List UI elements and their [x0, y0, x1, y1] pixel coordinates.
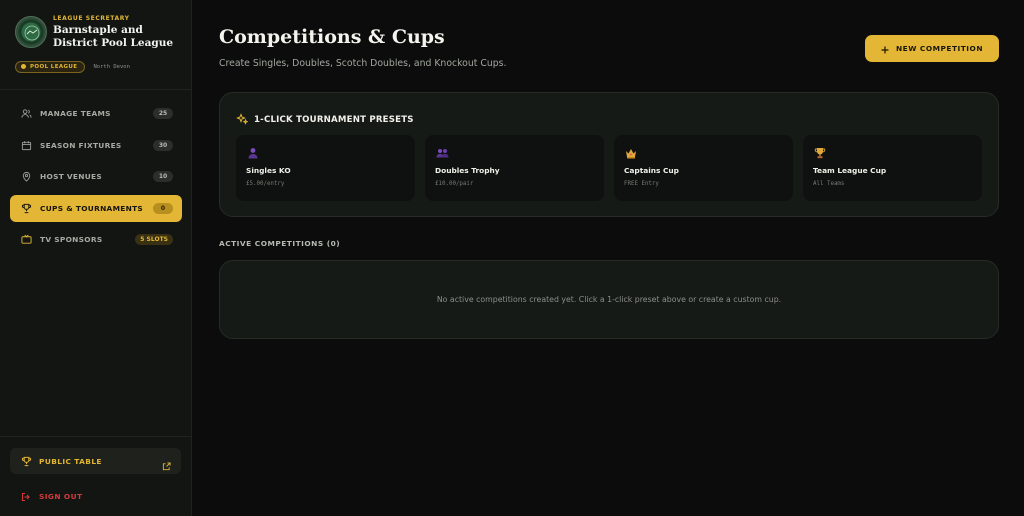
empty-state-message: No active competitions created yet. Clic… [436, 295, 782, 304]
sidebar-nav: MANAGE TEAMS 25 SEASON FIXTURES 30 HOST … [10, 100, 182, 258]
sidebar-item-manage-teams[interactable]: MANAGE TEAMS 25 [10, 100, 182, 127]
preset-name: Singles KO [246, 166, 291, 175]
preset-team-league-cup[interactable]: Team League Cup All Teams [803, 135, 982, 201]
preset-meta: £10.00/pair [435, 181, 474, 187]
pair-icon [435, 146, 449, 160]
sidebar-item-label: CUPS & TOURNAMENTS [40, 203, 144, 213]
public-table-button[interactable]: PUBLIC TABLE [10, 448, 181, 474]
preset-name: Doubles Trophy [435, 166, 500, 175]
trophy-icon [813, 146, 827, 160]
main-content: Competitions & Cups Create Singles, Doub… [193, 0, 1024, 516]
public-table-label: PUBLIC TABLE [39, 456, 102, 466]
sidebar-bottom-divider [0, 436, 192, 437]
tournament-presets-card: 1-CLICK TOURNAMENT PRESETS Singles KO £5… [219, 92, 999, 217]
preset-doubles-trophy[interactable]: Doubles Trophy £10.00/pair [425, 135, 604, 201]
preset-grid: Singles KO £5.00/entry Doubles Trophy £1… [236, 135, 982, 201]
sidebar: LEAGUE SECRETARY Barnstaple and District… [0, 0, 192, 516]
count-badge: 25 [153, 108, 173, 119]
preset-meta: FREE Entry [624, 181, 659, 187]
sidebar-item-cups-tournaments[interactable]: CUPS & TOURNAMENTS 0 [10, 194, 182, 222]
sparkles-icon [236, 110, 249, 129]
count-badge: 10 [153, 171, 173, 183]
trophy-icon [21, 452, 32, 471]
active-competitions-title: ACTIVE COMPETITIONS (0) [219, 239, 341, 248]
preset-singles-ko[interactable]: Singles KO £5.00/entry [236, 135, 415, 201]
sidebar-item-season-fixtures[interactable]: SEASON FIXTURES 30 [10, 132, 182, 159]
preset-captains-cup[interactable]: Captains Cup FREE Entry [614, 135, 793, 201]
league-brand: LEAGUE SECRETARY Barnstaple and District… [15, 14, 185, 54]
crown-icon [624, 146, 638, 160]
users-icon [20, 108, 32, 120]
league-logo [15, 16, 47, 48]
sidebar-item-tv-sponsors[interactable]: TV SPONSORS 5 SLOTS [10, 226, 182, 253]
sidebar-item-label: TV SPONSORS [40, 235, 103, 245]
map-pin-icon [20, 171, 32, 183]
badge-dot-icon [21, 64, 26, 69]
sidebar-item-label: SEASON FIXTURES [40, 140, 122, 150]
person-icon [246, 146, 260, 160]
tv-icon [20, 234, 32, 246]
count-badge: 0 [153, 202, 173, 214]
active-competitions-empty-state: No active competitions created yet. Clic… [219, 260, 999, 339]
count-badge: 5 SLOTS [135, 234, 173, 246]
sidebar-item-label: HOST VENUES [40, 172, 103, 182]
role-label: LEAGUE SECRETARY [53, 15, 130, 22]
calendar-icon [20, 139, 32, 151]
trophy-icon [20, 202, 32, 214]
presets-title: 1-CLICK TOURNAMENT PRESETS [254, 114, 414, 125]
page-title: Competitions & Cups [219, 26, 445, 48]
league-type-label: POOL LEAGUE [30, 63, 78, 70]
sign-out-label: SIGN OUT [39, 492, 83, 501]
league-name: Barnstaple and District Pool League [53, 24, 174, 49]
page-subtitle: Create Singles, Doubles, Scotch Doubles,… [219, 58, 507, 69]
league-type-badge: POOL LEAGUE [15, 60, 86, 73]
preset-meta: All Teams [813, 181, 845, 187]
plus-icon [881, 39, 889, 58]
sidebar-item-host-venues[interactable]: HOST VENUES 10 [10, 163, 182, 190]
sidebar-item-label: MANAGE TEAMS [40, 109, 111, 118]
sidebar-divider [0, 89, 192, 90]
presets-header: 1-CLICK TOURNAMENT PRESETS [236, 110, 414, 129]
new-competition-button[interactable]: NEW COMPETITION [865, 35, 999, 62]
count-badge: 30 [153, 139, 173, 151]
sign-out-button[interactable]: SIGN OUT [21, 487, 82, 506]
external-link-icon [162, 456, 171, 475]
preset-name: Team League Cup [813, 166, 887, 175]
new-competition-label: NEW COMPETITION [895, 44, 984, 53]
preset-meta: £5.00/entry [246, 181, 285, 187]
logout-icon [21, 487, 31, 506]
league-meta: POOL LEAGUE North Devon [15, 60, 130, 73]
region-label: North Devon [93, 63, 130, 70]
preset-name: Captains Cup [624, 166, 679, 175]
